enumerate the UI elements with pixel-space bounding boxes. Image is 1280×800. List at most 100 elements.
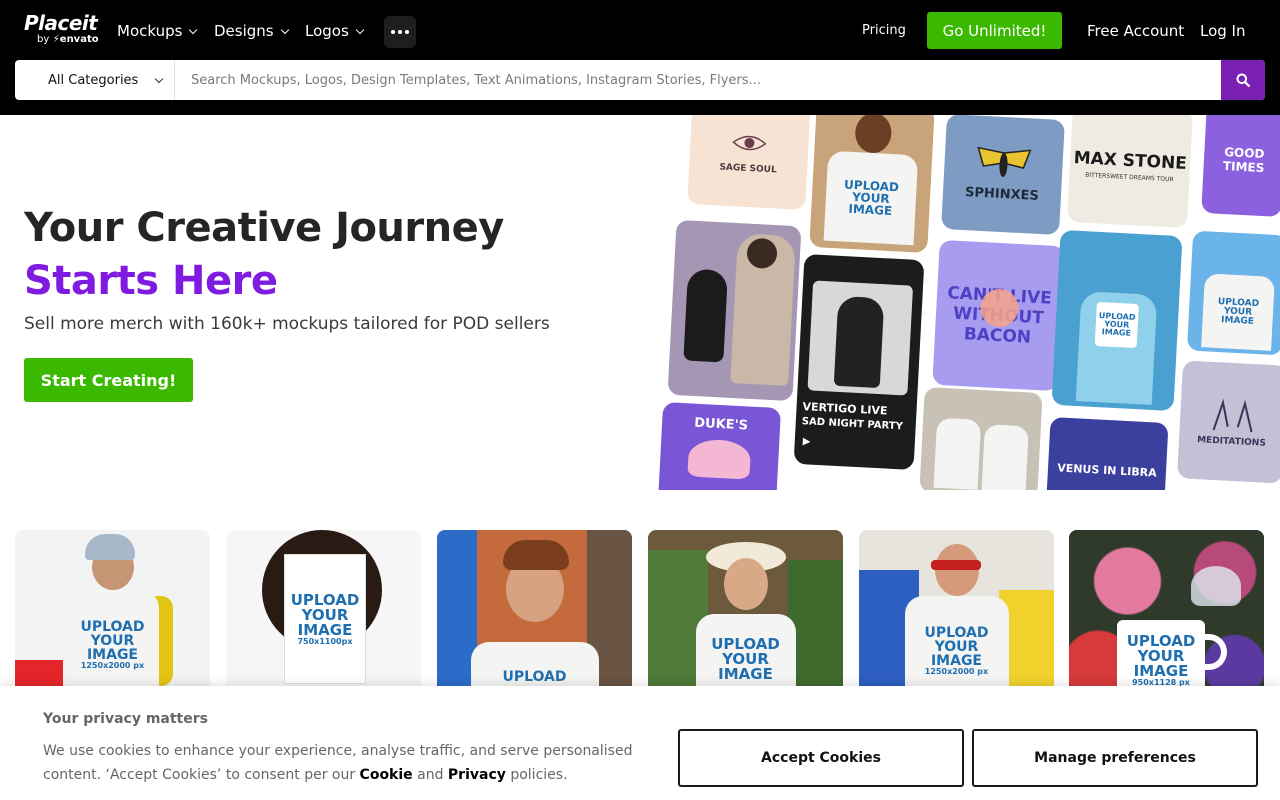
hero-title-main: Your Creative Journey — [24, 205, 504, 251]
search-input[interactable] — [176, 60, 1221, 100]
dukes-donut-template[interactable]: DUKE'S — [656, 401, 782, 490]
max-stone-title: MAX STONE — [1073, 148, 1188, 174]
logo-wordmark: Placeit — [24, 11, 98, 35]
ellipsis-dot — [398, 30, 402, 34]
logo-brand: envato — [59, 34, 99, 45]
chevron-down-icon — [155, 74, 164, 83]
upload-placeholder: UPLOAD YOUR IMAGE — [1217, 296, 1260, 327]
meditations-template[interactable]: MEDITATIONS — [1176, 360, 1280, 484]
category-select[interactable]: All Categories — [15, 60, 175, 100]
person-shape — [833, 295, 885, 389]
dukes-title: DUKE'S — [693, 415, 749, 433]
eye-icon — [732, 135, 767, 151]
mockup-card-mug[interactable]: UPLOAD YOUR IMAGE 950x1128 px — [1069, 530, 1264, 700]
upload-text-3: IMAGE — [718, 664, 773, 683]
person-head — [934, 544, 979, 596]
search-button[interactable] — [1221, 60, 1265, 100]
hoodie-shape — [933, 417, 982, 490]
accept-cookies-button[interactable]: Accept Cookies — [678, 729, 964, 787]
size-label: 750x1100px — [297, 636, 353, 646]
tshirt-shape: UPLOAD YOUR IMAGE — [1201, 273, 1275, 351]
privacy-policy-link[interactable]: Privacy — [448, 767, 506, 783]
upload-placeholder: UPLOAD YOUR IMAGE — [843, 178, 900, 219]
search-icon — [1236, 73, 1250, 87]
upload-placeholder: UPLOAD YOUR IMAGE 750x1100px — [291, 592, 360, 646]
dog-shape — [683, 268, 729, 363]
sage-soul-template[interactable]: SAGE SOUL — [687, 115, 811, 211]
size-label: 1250x2000 px — [80, 661, 145, 670]
max-stone-template[interactable]: MAX STONE BITTERSWEET DREAMS TOUR — [1066, 115, 1194, 229]
person-head — [854, 115, 893, 154]
upload-placeholder: UPLOAD YOUR IMAGE — [711, 636, 780, 683]
upload-text-3: IMAGE — [1220, 314, 1255, 327]
nav-designs-label: Designs — [214, 22, 274, 40]
man-tshirt-mockup[interactable]: UPLOAD YOUR IMAGE — [1186, 230, 1280, 356]
chevron-down-icon — [189, 25, 198, 34]
donut-icon — [687, 437, 752, 480]
cookie-text-after: policies. — [505, 767, 568, 783]
tshirt-shape: UPLOAD YOUR IMAGE — [823, 150, 919, 246]
plants-shape — [788, 560, 843, 700]
sphinxes-template[interactable]: SPHINXES — [941, 115, 1065, 236]
cookie-text-and: and — [412, 767, 448, 783]
cookie-banner: Your privacy matters We use cookies to e… — [0, 686, 1280, 800]
hero-title: Your Creative Journey Starts Here — [24, 202, 644, 308]
ellipsis-icon — [391, 30, 395, 34]
logo-envato-icon: ⚡ — [52, 34, 60, 45]
size-label: 1250x2000 px — [924, 667, 989, 676]
upload-text-3: IMAGE — [1133, 661, 1189, 680]
chevron-down-icon — [355, 25, 365, 34]
upload-text-3: IMAGE — [848, 201, 893, 219]
search-bar: All Categories — [15, 60, 1265, 100]
mockup-card-man-sweatshirt[interactable]: UPLOAD — [437, 530, 632, 700]
mockup-card-woman-hat[interactable]: UPLOAD YOUR IMAGE — [648, 530, 843, 700]
pricing-link[interactable]: Pricing — [862, 20, 906, 42]
dog-photo-template[interactable] — [667, 219, 802, 402]
upload-placeholder: UPLOAD YOUR IMAGE — [1098, 311, 1136, 338]
category-select-label: All Categories — [48, 72, 139, 88]
woman-mug-mockup[interactable]: UPLOAD YOUR IMAGE — [1051, 229, 1183, 412]
nav-mockups[interactable]: Mockups — [117, 20, 198, 42]
max-stone-subtitle: BITTERSWEET DREAMS TOUR — [1085, 171, 1174, 184]
good-times-template[interactable]: GOOD TIMES — [1201, 115, 1280, 218]
manage-preferences-button[interactable]: Manage preferences — [972, 729, 1258, 787]
placeit-logo[interactable]: Placeit by ⚡envato — [24, 12, 99, 46]
upload-placeholder: UPLOAD YOUR IMAGE 1250x2000 px — [80, 620, 144, 670]
start-creating-button[interactable]: Start Creating! — [24, 358, 193, 402]
ellipsis-dot — [405, 30, 409, 34]
person-head — [723, 558, 768, 610]
login-link[interactable]: Log In — [1200, 20, 1246, 42]
woman-tshirt-mockup[interactable]: UPLOAD YOUR IMAGE — [809, 115, 935, 253]
top-navigation-bar: Placeit by ⚡envato Mockups Designs Logos… — [0, 0, 1280, 115]
upload-text-1: UPLOAD — [502, 669, 567, 685]
venus-title: VENUS IN LIBRA — [1056, 460, 1158, 480]
logo-byline: by ⚡envato — [37, 34, 99, 46]
upload-placeholder: UPLOAD — [502, 670, 566, 684]
hero-subtitle: Sell more merch with 160k+ mockups tailo… — [24, 314, 550, 334]
vertigo-title: VERTIGO LIVE — [802, 400, 888, 418]
cant-live-bacon-template[interactable]: CAN'T LIVE WITHOUT BACON — [932, 239, 1065, 392]
sunglasses-shape — [931, 560, 981, 570]
nav-logos[interactable]: Logos — [305, 20, 365, 42]
go-unlimited-button[interactable]: Go Unlimited! — [927, 12, 1062, 49]
cookie-title: Your privacy matters — [43, 711, 208, 727]
meditations-title: MEDITATIONS — [1196, 435, 1267, 449]
upload-placeholder: UPLOAD YOUR IMAGE 950x1128 px — [1127, 633, 1196, 687]
mockup-card-woman-tshirt[interactable]: UPLOAD YOUR IMAGE 1250x2000 px — [15, 530, 210, 700]
good-times-title: GOOD TIMES — [1222, 144, 1265, 176]
hero-title-accent: Starts Here — [24, 258, 278, 304]
beanie-shape — [85, 534, 135, 560]
sage-soul-title: SAGE SOUL — [719, 162, 777, 176]
couple-hoodie-mockup[interactable] — [919, 386, 1043, 490]
hoodie-shape — [981, 424, 1029, 490]
vertigo-live-template[interactable]: VERTIGO LIVE SAD NIGHT PARTY ▶ — [793, 254, 925, 470]
more-menu-button[interactable] — [384, 16, 416, 48]
mockup-card-book[interactable]: UPLOAD YOUR IMAGE 750x1100px — [226, 530, 421, 700]
cookie-policy-link[interactable]: Cookie — [360, 767, 413, 783]
nav-designs[interactable]: Designs — [214, 20, 289, 42]
venus-in-libra-template[interactable]: VENUS IN LIBRA — [1045, 416, 1169, 490]
free-account-link[interactable]: Free Account — [1087, 20, 1184, 42]
sphinxes-title: SPHINXES — [964, 185, 1040, 204]
mockup-card-woman-graffiti[interactable]: UPLOAD YOUR IMAGE 1250x2000 px — [859, 530, 1054, 700]
chevron-down-icon — [280, 25, 289, 34]
